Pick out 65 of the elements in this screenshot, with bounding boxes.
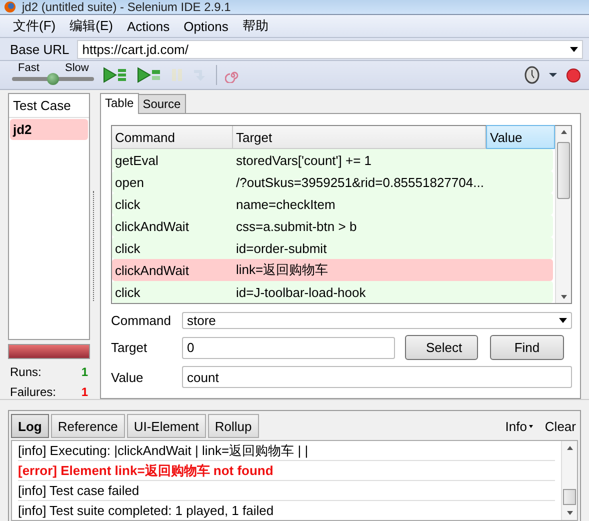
log-line: [info] Executing: |clickAndWait | link=返回购物车 | | xyxy=(18,441,555,461)
splitter-handle[interactable] xyxy=(93,191,97,301)
log-tab[interactable]: Log xyxy=(11,414,49,438)
caret-icon xyxy=(559,318,567,323)
stat-label: Runs: xyxy=(10,365,42,379)
menu-item[interactable]: Actions xyxy=(120,18,177,34)
command-label: Command xyxy=(111,313,172,328)
log-level-dropdown[interactable]: Info xyxy=(505,418,533,434)
stat-label: Failures: xyxy=(10,385,56,399)
menu-item[interactable]: 编辑(E) xyxy=(62,17,120,35)
caret-icon xyxy=(528,424,533,428)
caret-icon xyxy=(570,46,578,52)
base-url-field[interactable]: https://cart.jd.com/ xyxy=(77,40,583,58)
slow-label: Slow xyxy=(65,62,89,74)
target-cell-text: id=order-submit xyxy=(235,240,328,256)
log-line: [error] Element link=返回购物车 not found xyxy=(18,461,555,481)
log-line: [info] Test suite completed: 1 played, 1 failed xyxy=(18,501,555,520)
command-cell-text: click xyxy=(114,240,142,256)
menu-item[interactable]: Options xyxy=(176,18,236,34)
clock-icon[interactable] xyxy=(524,66,540,84)
column-header[interactable]: Value xyxy=(486,125,555,149)
caret-icon[interactable] xyxy=(548,72,558,78)
command-cell-text: open xyxy=(114,174,145,190)
column-header[interactable]: Command xyxy=(112,126,233,148)
stat-value: 1 xyxy=(81,385,88,399)
browser-icon xyxy=(4,1,16,13)
menu-item[interactable]: 文件(F) xyxy=(6,17,63,35)
editor-tab[interactable]: Source xyxy=(138,94,186,113)
clear-link[interactable]: Clear xyxy=(544,418,576,434)
target-field[interactable]: 0 xyxy=(182,336,395,358)
stat-value: 1 xyxy=(81,365,88,379)
log-tab[interactable]: Reference xyxy=(50,414,125,438)
log-tab[interactable]: Rollup xyxy=(208,414,259,438)
target-cell-text: storedVars['count'] += 1 xyxy=(235,152,373,168)
value-field[interactable]: count xyxy=(182,366,572,388)
record-icon[interactable] xyxy=(566,68,581,82)
log-line: [info] Test case failed xyxy=(18,481,555,501)
action-button[interactable]: Select xyxy=(405,335,478,360)
value-label: Value xyxy=(111,370,144,384)
log-tab[interactable]: UI-Element xyxy=(126,414,206,438)
window-title: jd2 (untitled suite) - Selenium IDE 2.9.1 xyxy=(22,0,231,14)
play-all-icon[interactable] xyxy=(102,67,128,83)
slider-thumb[interactable] xyxy=(47,73,59,85)
target-cell-text: link=返回购物车 xyxy=(235,261,330,279)
command-field[interactable]: store xyxy=(182,312,572,329)
scrollbar[interactable] xyxy=(561,441,577,520)
command-cell-text: clickAndWait xyxy=(114,218,190,234)
target-label: Target xyxy=(111,340,148,355)
command-cell-text: click xyxy=(114,196,142,212)
base-url-label: Base URL xyxy=(10,42,70,56)
play-icon[interactable] xyxy=(136,67,162,83)
target-cell-text: css=a.submit-btn > b xyxy=(235,218,358,234)
list-header: Test Case xyxy=(9,94,89,118)
command-cell-text: click xyxy=(114,284,142,300)
command-cell-text: getEval xyxy=(114,152,160,168)
menu-item[interactable]: 帮助 xyxy=(235,17,276,35)
target-cell-text: id=J-toolbar-load-hook xyxy=(235,284,367,300)
editor-tab[interactable]: Table xyxy=(100,93,139,114)
fast-label: Fast xyxy=(18,62,40,74)
target-cell-text: name=checkItem xyxy=(235,196,336,212)
command-cell-text: clickAndWait xyxy=(114,262,190,278)
scrollbar[interactable] xyxy=(555,126,571,303)
action-button[interactable]: Find xyxy=(490,335,564,360)
test-case-item[interactable]: jd2 xyxy=(10,119,88,140)
target-cell-text: /?outSkus=3959251&rid=0.85551827704... xyxy=(235,174,485,190)
